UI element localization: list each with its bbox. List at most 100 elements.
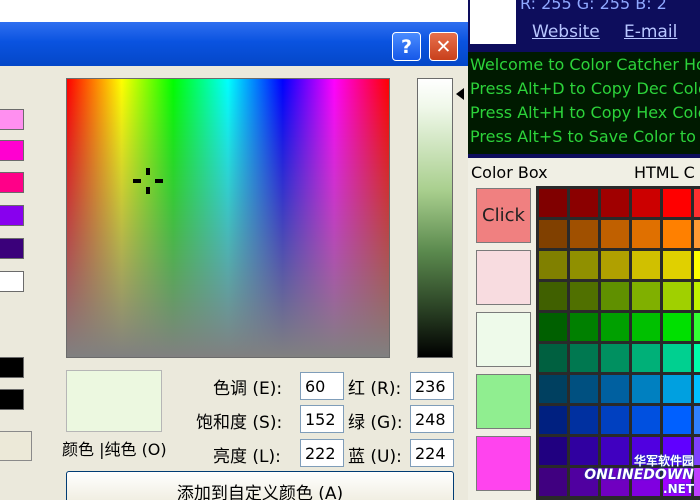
html-color-cell[interactable] xyxy=(539,282,567,310)
blue-input[interactable]: 224 xyxy=(410,439,454,467)
html-color-cell[interactable] xyxy=(663,251,691,279)
html-color-cell[interactable] xyxy=(539,437,567,465)
html-color-cell[interactable] xyxy=(632,282,660,310)
custom-color-swatch[interactable] xyxy=(0,389,24,410)
html-colors-label: HTML C xyxy=(634,163,695,182)
html-color-cell[interactable] xyxy=(601,220,629,248)
basic-color-swatch[interactable] xyxy=(0,271,24,292)
html-color-cell[interactable] xyxy=(601,344,629,372)
color-box-slot[interactable]: Click xyxy=(476,188,531,243)
html-color-cell[interactable] xyxy=(539,344,567,372)
email-link[interactable]: E-mail xyxy=(624,22,677,42)
html-color-cell[interactable] xyxy=(694,375,700,403)
basic-color-swatch[interactable] xyxy=(0,172,24,193)
color-preview xyxy=(66,370,162,432)
html-color-cell[interactable] xyxy=(694,251,700,279)
html-color-cell[interactable] xyxy=(663,282,691,310)
html-color-cell[interactable] xyxy=(632,189,660,217)
blue-label: 蓝 (U): xyxy=(348,447,402,467)
luminance-input[interactable]: 222 xyxy=(300,439,344,467)
color-spectrum-picker[interactable] xyxy=(66,78,390,358)
watermark-line: 华军软件园 xyxy=(633,454,694,468)
basic-color-swatch[interactable] xyxy=(0,205,24,226)
color-box-label: Color Box xyxy=(471,163,548,182)
crosshair-icon xyxy=(133,168,163,194)
html-color-cell[interactable] xyxy=(694,282,700,310)
html-color-cell[interactable] xyxy=(663,344,691,372)
html-color-cell[interactable] xyxy=(601,189,629,217)
html-color-cell[interactable] xyxy=(632,251,660,279)
color-box-slot[interactable] xyxy=(476,436,531,491)
define-custom-colors-button[interactable] xyxy=(0,431,32,461)
html-color-cell[interactable] xyxy=(539,251,567,279)
close-button[interactable]: ✕ xyxy=(429,32,458,61)
html-color-cell[interactable] xyxy=(694,437,700,465)
html-color-cell[interactable] xyxy=(570,220,598,248)
green-input[interactable]: 248 xyxy=(410,405,454,433)
html-color-cell[interactable] xyxy=(663,406,691,434)
html-color-cell[interactable] xyxy=(570,375,598,403)
html-color-cell[interactable] xyxy=(570,344,598,372)
website-link[interactable]: Website xyxy=(532,22,600,42)
html-color-cell[interactable] xyxy=(694,189,700,217)
luminance-arrow-icon[interactable] xyxy=(456,88,464,100)
html-color-cell[interactable] xyxy=(632,313,660,341)
html-color-cell[interactable] xyxy=(539,468,567,496)
html-color-cell[interactable] xyxy=(632,344,660,372)
watermark: 华军软件园 ONLINEDOWN .NET xyxy=(584,454,694,496)
basic-color-swatch[interactable] xyxy=(0,140,24,161)
saturation-input[interactable]: 152 xyxy=(300,405,344,433)
html-color-cell[interactable] xyxy=(663,189,691,217)
click-label: Click xyxy=(482,205,525,226)
html-color-cell[interactable] xyxy=(601,313,629,341)
html-color-cell[interactable] xyxy=(539,375,567,403)
html-color-cell[interactable] xyxy=(570,189,598,217)
html-color-cell[interactable] xyxy=(601,375,629,403)
html-color-cell[interactable] xyxy=(694,313,700,341)
hue-label: 色调 (E): xyxy=(213,379,283,399)
html-color-cell[interactable] xyxy=(632,220,660,248)
custom-color-swatch[interactable] xyxy=(0,357,24,378)
html-color-cell[interactable] xyxy=(570,313,598,341)
html-color-cell[interactable] xyxy=(539,189,567,217)
color-catcher-window: R: 255 G: 255 B: 2 Website E-mail Welcom… xyxy=(468,0,700,500)
color-box-slot[interactable] xyxy=(476,312,531,367)
html-color-cell[interactable] xyxy=(601,282,629,310)
html-color-cell[interactable] xyxy=(570,406,598,434)
html-color-cell[interactable] xyxy=(570,282,598,310)
luminance-slider[interactable] xyxy=(417,78,453,358)
red-input[interactable]: 236 xyxy=(410,372,454,400)
hotkey-console: Welcome to Color Catcher Hot Press Alt+D… xyxy=(468,52,700,154)
html-color-cell[interactable] xyxy=(694,468,700,496)
basic-color-swatch[interactable] xyxy=(0,109,24,130)
preview-label: 颜色 |纯色 (O) xyxy=(62,440,167,459)
html-color-cell[interactable] xyxy=(601,251,629,279)
html-color-cell[interactable] xyxy=(663,313,691,341)
html-color-cell[interactable] xyxy=(632,406,660,434)
hue-input[interactable]: 60 xyxy=(300,372,344,400)
basic-color-swatch[interactable] xyxy=(0,238,24,259)
html-color-cell[interactable] xyxy=(694,344,700,372)
help-button[interactable]: ? xyxy=(392,32,421,61)
html-color-cell[interactable] xyxy=(663,375,691,403)
color-box-slot[interactable] xyxy=(476,250,531,305)
saturation-label: 饱和度 (S): xyxy=(196,413,283,433)
current-color-sample xyxy=(470,0,516,44)
background-window xyxy=(0,0,468,22)
html-color-cell[interactable] xyxy=(539,313,567,341)
color-box-slot[interactable] xyxy=(476,374,531,429)
html-color-grid xyxy=(536,186,700,500)
html-color-cell[interactable] xyxy=(694,406,700,434)
watermark-line: ONLINEDOWN xyxy=(584,467,694,483)
console-line: Press Alt+D to Copy Dec Colo xyxy=(470,79,700,98)
html-color-cell[interactable] xyxy=(539,406,567,434)
html-color-cell[interactable] xyxy=(663,220,691,248)
html-color-cell[interactable] xyxy=(694,220,700,248)
html-color-cell[interactable] xyxy=(601,406,629,434)
html-color-cell[interactable] xyxy=(570,251,598,279)
add-to-custom-colors-button[interactable]: 添加到自定义颜色 (A) xyxy=(66,471,454,500)
html-color-cell[interactable] xyxy=(539,220,567,248)
html-color-cell[interactable] xyxy=(632,375,660,403)
watermark-line: .NET xyxy=(663,482,694,496)
rgb-readout: R: 255 G: 255 B: 2 xyxy=(520,0,667,13)
